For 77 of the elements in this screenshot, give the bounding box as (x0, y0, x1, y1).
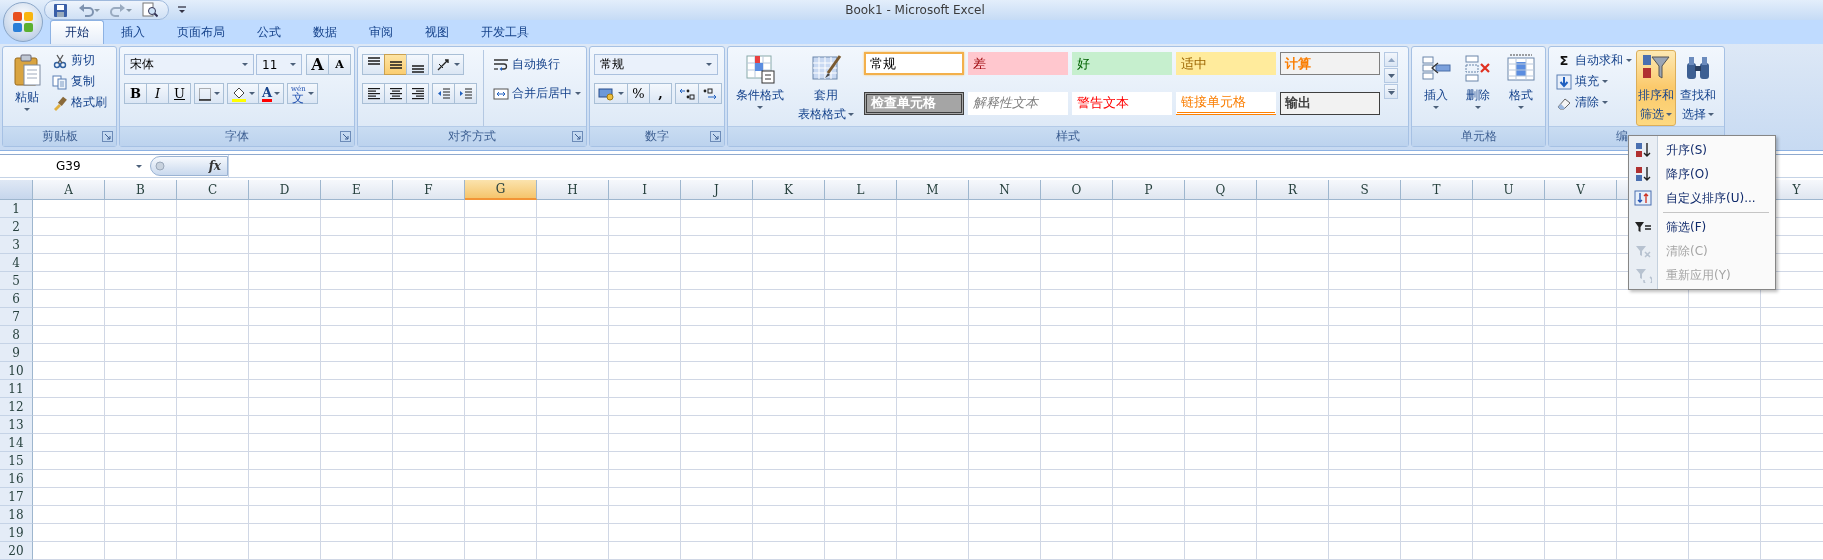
ribbon-tab[interactable]: 页面布局 (162, 20, 240, 44)
font-size-field[interactable]: 11 (256, 54, 302, 75)
format-as-table-button[interactable]: 套用 表格格式 (792, 50, 860, 126)
name-box[interactable]: G39 (0, 156, 150, 176)
row-header[interactable]: 13 (0, 416, 33, 434)
row-header[interactable]: 8 (0, 326, 33, 344)
row-header[interactable]: 10 (0, 362, 33, 380)
row-header[interactable]: 1 (0, 200, 33, 218)
cell-style-swatch[interactable]: 警告文本 (1072, 91, 1172, 115)
row-header[interactable]: 5 (0, 272, 33, 290)
menu-item[interactable]: 降序(O) (1629, 162, 1775, 186)
row-header[interactable]: 18 (0, 506, 33, 524)
cell-style-swatch[interactable]: 常规 (864, 52, 964, 75)
comma-button[interactable]: , (649, 83, 672, 104)
cells-command-button[interactable]: 插入 (1416, 50, 1457, 126)
ribbon-tab[interactable]: 公式 (242, 20, 296, 44)
wrap-text-button[interactable]: 自动换行 (490, 54, 584, 75)
paste-button[interactable]: 粘贴 (7, 50, 47, 126)
row-header[interactable]: 4 (0, 254, 33, 272)
row-header[interactable]: 7 (0, 308, 33, 326)
window-title: Book1 - Microsoft Excel (844, 3, 986, 17)
font-name-field[interactable]: 宋体 (124, 54, 254, 75)
ribbon-tab[interactable]: 数据 (298, 20, 352, 44)
clipboard-command[interactable]: 复制 (49, 71, 110, 92)
row-header[interactable]: 11 (0, 380, 33, 398)
ribbon-tab[interactable]: 开始 (50, 20, 104, 44)
row-header[interactable]: 12 (0, 398, 33, 416)
row-header[interactable]: 14 (0, 434, 33, 452)
shrink-font-button[interactable]: A (328, 54, 351, 75)
underline-button[interactable]: U (168, 83, 191, 104)
row-header[interactable]: 19 (0, 524, 33, 542)
menu-item[interactable]: 筛选(F) (1629, 215, 1775, 239)
cell-style-swatch[interactable]: 好 (1072, 52, 1172, 75)
editing-command[interactable]: Σ 自动求和 (1553, 50, 1635, 71)
ribbon-tab[interactable]: 视图 (410, 20, 464, 44)
ribbon-tab[interactable]: 开发工具 (466, 20, 544, 44)
sort-filter-button[interactable]: 排序和 筛选 (1636, 50, 1676, 126)
conditional-format-button[interactable]: 条件格式 (732, 50, 788, 126)
row-header[interactable]: 6 (0, 290, 33, 308)
row-header[interactable]: 9 (0, 344, 33, 362)
column-header[interactable]: G (465, 180, 537, 200)
merge-center-button[interactable]: 合并后居中 (490, 83, 584, 104)
cell-style-swatch[interactable]: 差 (968, 52, 1068, 75)
menu-item[interactable]: 升序(S) (1629, 138, 1775, 162)
group-label: 样式 (1056, 128, 1080, 145)
cell-style-swatch[interactable]: 输出 (1280, 91, 1380, 115)
menu-item[interactable]: 自定义排序(U)... (1629, 186, 1775, 210)
row-header[interactable]: 15 (0, 452, 33, 470)
row-header[interactable]: 16 (0, 470, 33, 488)
cells-command-button[interactable]: 删除 (1458, 50, 1499, 126)
ribbon-tab[interactable]: 插入 (106, 20, 160, 44)
row-header[interactable]: 3 (0, 236, 33, 254)
clipboard-command[interactable]: 剪切 (49, 50, 110, 71)
group-label: 单元格 (1460, 128, 1497, 145)
editing-command[interactable]: 清除 (1553, 92, 1635, 113)
row-header[interactable]: 20 (0, 542, 33, 560)
number-format-field[interactable]: 常规 (594, 54, 718, 75)
cell-style-swatch[interactable]: 适中 (1176, 52, 1276, 75)
group-label: 数字 (645, 128, 669, 145)
cell-style-swatch[interactable]: 解释性文本 (968, 91, 1068, 115)
cells-command-button[interactable]: 格式 (1500, 50, 1541, 126)
editing-command[interactable]: 填充 (1553, 71, 1635, 92)
ribbon-tab[interactable]: 审阅 (354, 20, 408, 44)
group-label: 剪贴板 (41, 128, 78, 145)
find-select-button[interactable]: 查找和 选择 (1677, 50, 1719, 126)
group-label: 对齐方式 (448, 128, 496, 145)
row-header[interactable]: 2 (0, 218, 33, 236)
group-label: 字体 (225, 128, 249, 145)
row-header[interactable]: 17 (0, 488, 33, 506)
insert-function-button[interactable]: fx (150, 156, 228, 176)
group-label: 编 (1615, 128, 1628, 145)
bold-button[interactable]: B (124, 83, 147, 104)
font-color-button[interactable]: A (258, 83, 285, 104)
percent-button[interactable]: % (627, 83, 650, 104)
grow-font-button[interactable]: A (306, 54, 329, 75)
italic-button[interactable]: I (146, 83, 169, 104)
clipboard-command[interactable]: 格式刷 (49, 92, 110, 113)
